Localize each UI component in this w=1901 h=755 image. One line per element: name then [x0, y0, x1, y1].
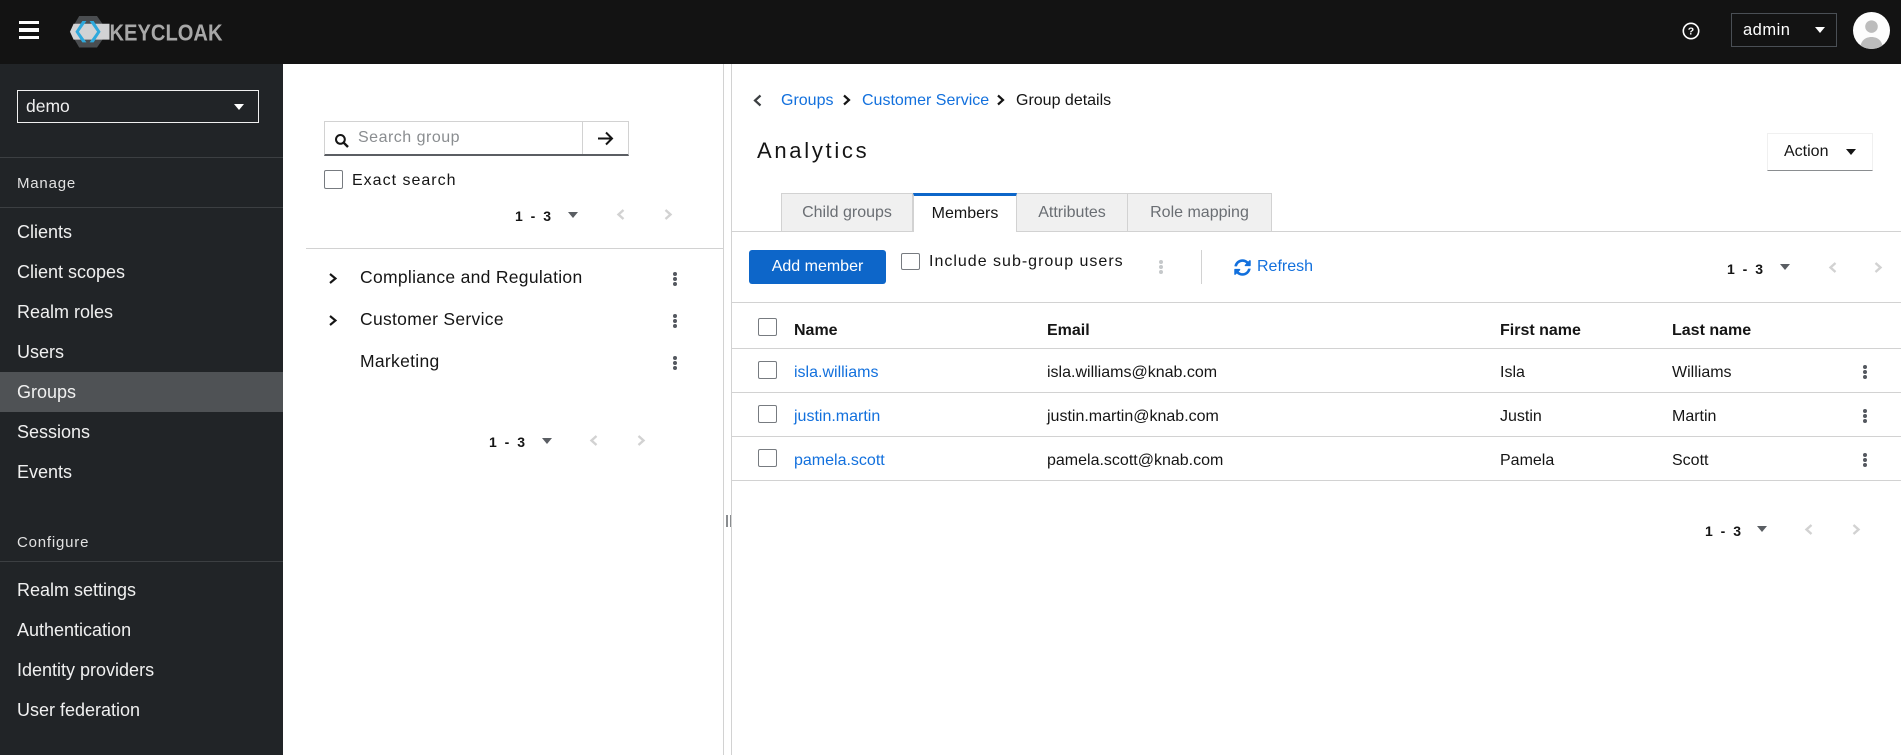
svg-text:KEYCLOAK: KEYCLOAK	[110, 20, 223, 46]
svg-text:?: ?	[1688, 26, 1694, 38]
